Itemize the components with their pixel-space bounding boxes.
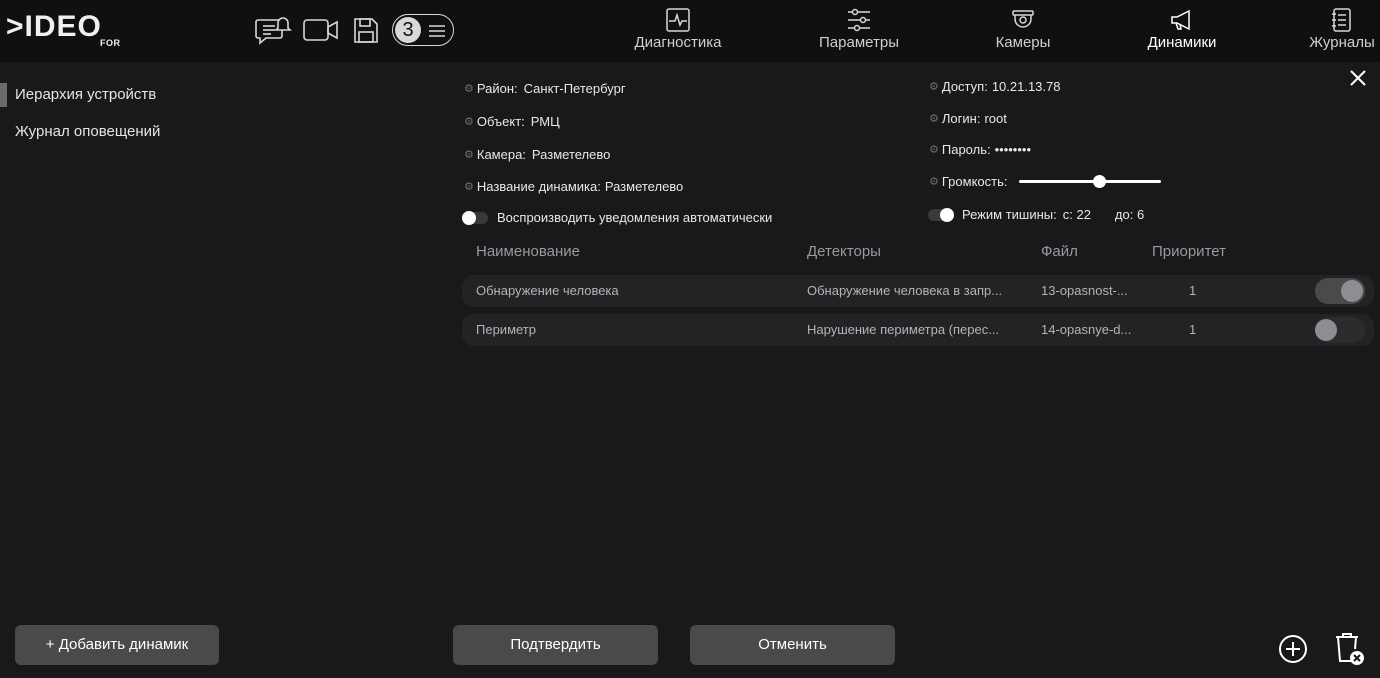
row-detectors: Нарушение периметра (перес... [807, 322, 1000, 337]
video-camera-icon[interactable] [302, 14, 340, 46]
table-row[interactable]: Обнаружение человека Обнаружение человек… [462, 275, 1374, 307]
autoplay-toggle-knob [462, 211, 476, 225]
district-label: Район: [476, 80, 518, 96]
tab-speakers-label: Динамики [1147, 34, 1217, 51]
password-value: •••••••• [994, 141, 1032, 157]
district-value: Санкт-Петербург [523, 80, 626, 96]
diagnostics-icon [622, 6, 734, 34]
object-label: Объект: [476, 113, 525, 129]
row-name: Периметр [476, 322, 536, 337]
gear-icon: ⚙ [929, 143, 939, 156]
access-value: 10.21.13.78 [991, 78, 1061, 94]
autoplay-label-text: Воспроизводить уведомления автоматически [497, 209, 773, 225]
megaphone-icon [1136, 6, 1228, 34]
sidebar-item-alert-journal[interactable]: Журнал оповещений [0, 119, 160, 145]
gear-icon: ⚙ [929, 80, 939, 93]
volume-slider[interactable] [1019, 175, 1161, 188]
row-name: Обнаружение человека [476, 283, 619, 298]
speaker-name-value: Разметелево [604, 178, 684, 194]
object-value: РМЦ [530, 113, 560, 129]
silence-to: до: 6 [1114, 206, 1145, 222]
gear-icon: ⚙ [464, 115, 474, 128]
tab-cameras-label: Камеры [995, 34, 1051, 51]
tab-diagnostics[interactable]: Диагностика [622, 6, 734, 58]
row-file: 14-opasnye-d... [1041, 322, 1132, 337]
silence-mode-toggle[interactable] [928, 208, 954, 222]
close-icon[interactable] [1349, 69, 1367, 92]
row-enabled-switch-knob [1341, 280, 1363, 302]
silence-mode-label: Режим тишины: [962, 206, 1057, 222]
app-logo: >IDEO FOR [6, 10, 126, 50]
volume-field: ⚙ Громкость: [929, 172, 1011, 190]
gear-icon: ⚙ [929, 175, 939, 188]
sliders-icon [808, 6, 910, 34]
autoplay-label: Воспроизводить уведомления автоматически [497, 208, 772, 226]
login-label: Логин: [941, 110, 981, 126]
speaker-name-field: ⚙ Название динамика: Разметелево [464, 177, 683, 195]
tab-diagnostics-label: Диагностика [634, 34, 722, 51]
tab-parameters-label: Параметры [819, 34, 899, 51]
object-field: ⚙ Объект: РМЦ [464, 112, 560, 130]
access-field: ⚙ Доступ: 10.21.13.78 [929, 77, 1061, 95]
queue-counter-button[interactable]: 3 [392, 14, 454, 46]
tab-journals[interactable]: Журналы [1304, 6, 1380, 58]
save-icon[interactable] [352, 14, 380, 46]
silence-mode-toggle-knob [940, 208, 954, 222]
speaker-name-label: Название динамика: [476, 178, 601, 194]
row-file: 13-opasnost-... [1041, 283, 1128, 298]
column-header-priority[interactable]: Приоритет [1152, 243, 1226, 260]
column-header-detectors[interactable]: Детекторы [807, 243, 881, 260]
row-enabled-switch[interactable] [1315, 278, 1365, 304]
autoplay-toggle[interactable] [462, 211, 488, 225]
access-label: Доступ: [941, 78, 988, 94]
menu-lines-icon [429, 24, 445, 42]
gear-icon: ⚙ [464, 148, 474, 161]
row-priority: 1 [1189, 322, 1197, 337]
notifications-chat-icon[interactable] [255, 14, 293, 46]
password-field: ⚙ Пароль: •••••••• [929, 140, 1031, 158]
cancel-button[interactable]: Отменить [690, 625, 895, 665]
sidebar-item-device-hierarchy[interactable]: Иерархия устройств [0, 82, 156, 108]
camera-value: Разметелево [531, 146, 611, 162]
add-circle-icon[interactable] [1277, 633, 1309, 670]
password-label: Пароль: [941, 141, 991, 157]
volume-slider-thumb[interactable] [1093, 175, 1107, 188]
gear-icon: ⚙ [464, 180, 474, 193]
camera-field: ⚙ Камера: Разметелево [464, 145, 610, 163]
row-enabled-switch-knob [1315, 319, 1337, 341]
volume-label: Громкость: [941, 173, 1008, 189]
row-priority: 1 [1189, 283, 1197, 298]
tab-cameras[interactable]: Камеры [983, 6, 1063, 58]
column-header-name[interactable]: Наименование [476, 243, 580, 260]
silence-mode-field: Режим тишины: с: 22 до: 6 [962, 205, 1144, 223]
journal-icon [1304, 6, 1380, 34]
logo-word: >IDEO [6, 10, 102, 43]
confirm-button[interactable]: Подтвердить [453, 625, 658, 665]
camera-label: Камера: [476, 146, 526, 162]
table-row[interactable]: Периметр Нарушение периметра (перес... 1… [462, 314, 1374, 346]
delete-trash-icon[interactable] [1333, 631, 1367, 672]
gear-icon: ⚙ [929, 112, 939, 125]
row-detectors: Обнаружение человека в запр... [807, 283, 1003, 298]
login-value: root [984, 110, 1007, 126]
login-field: ⚙ Логин: root [929, 109, 1007, 127]
logo-sub: FOR [100, 38, 121, 48]
row-enabled-switch[interactable] [1315, 317, 1365, 343]
tab-parameters[interactable]: Параметры [808, 6, 910, 58]
tab-journals-label: Журналы [1309, 34, 1375, 51]
tab-speakers[interactable]: Динамики [1136, 6, 1228, 58]
add-speaker-button[interactable]: + Добавить динамик [15, 625, 219, 665]
queue-count: 3 [395, 17, 421, 43]
dome-camera-icon [983, 6, 1063, 34]
top-bar: >IDEO FOR 3 Диагностика Параметры Камеры… [0, 0, 1380, 62]
silence-from: с: 22 [1062, 206, 1091, 222]
district-field: ⚙ Район: Санкт-Петербург [464, 79, 626, 97]
column-header-file[interactable]: Файл [1041, 243, 1078, 260]
gear-icon: ⚙ [464, 82, 474, 95]
